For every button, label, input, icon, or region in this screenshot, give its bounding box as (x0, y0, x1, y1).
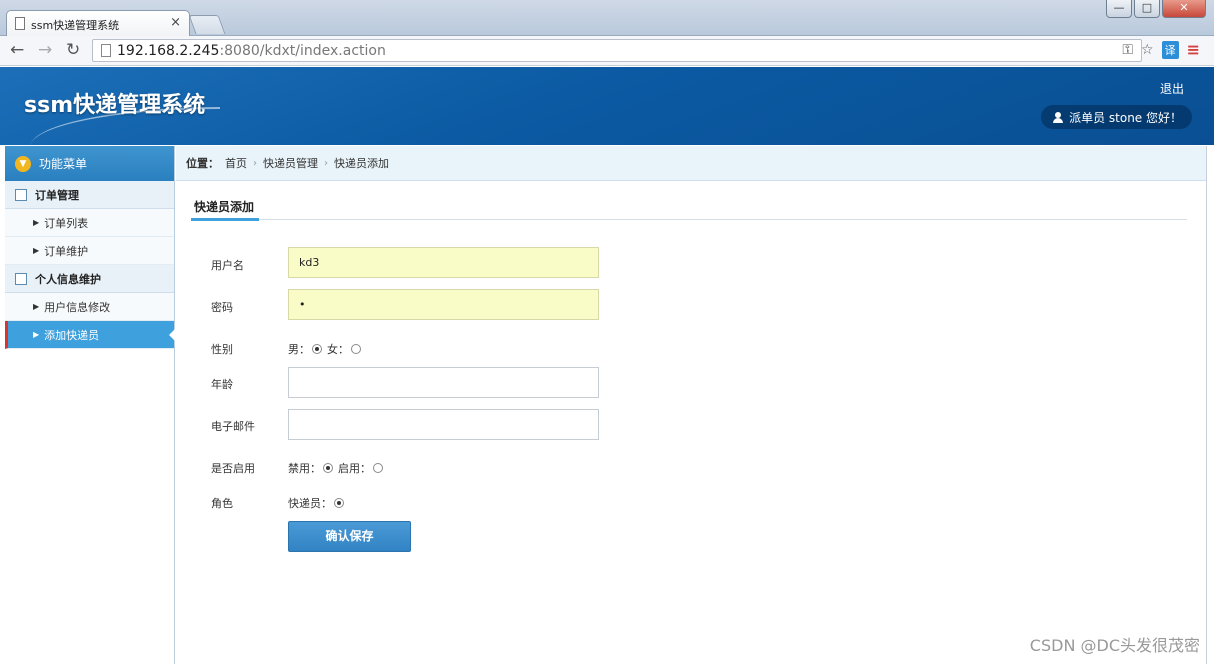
age-field[interactable] (288, 367, 599, 398)
app-logo: ssm快递管理系统 (24, 93, 206, 118)
sidebar-group-orders[interactable]: 订单管理 (5, 181, 174, 209)
breadcrumb-current: 快递员添加 (334, 157, 389, 170)
browser-tab[interactable]: ssm快递管理系统 × (6, 10, 190, 36)
sidebar-item-label: 用户信息修改 (44, 300, 111, 314)
username-field[interactable] (288, 247, 599, 278)
reload-icon[interactable]: ↻ (66, 40, 80, 60)
disabled-radio[interactable] (323, 463, 333, 473)
panel-tab-indicator (191, 218, 259, 221)
page-icon (15, 17, 25, 30)
list-icon (15, 188, 27, 201)
panel-title: 快递员添加 (194, 200, 255, 214)
url-text: 192.168.2.245:8080/kdxt/index.action (117, 43, 386, 59)
user-icon (1053, 112, 1064, 123)
breadcrumb-home[interactable]: 首页 (225, 155, 247, 171)
calendar-icon (15, 272, 27, 285)
gender-label: 性别 (211, 343, 233, 356)
close-window-button[interactable]: ✕ (1162, 0, 1206, 18)
chevron-right-icon: › (253, 157, 257, 169)
user-greeting: 派单员 stone 您好！ (1041, 105, 1192, 129)
password-field[interactable]: • (288, 289, 599, 320)
watermark: CSDN @DC头发很茂密 (1029, 636, 1200, 655)
email-field[interactable] (288, 409, 599, 440)
breadcrumb-label: 位置： (186, 157, 219, 170)
logout-link[interactable]: 退出 (1160, 80, 1184, 97)
back-icon[interactable]: ← (10, 40, 24, 60)
breadcrumb: 位置： 首页 › 快递员管理 › 快递员添加 (176, 146, 1214, 181)
user-greeting-text: 派单员 stone 您好！ (1069, 110, 1182, 125)
tab-close-icon[interactable]: × (170, 15, 181, 30)
maximize-button[interactable]: □ (1134, 0, 1160, 18)
role-courier-label: 快递员： (288, 497, 332, 510)
sidebar-group-label: 订单管理 (35, 188, 79, 202)
enabled-label: 是否启用 (211, 462, 255, 475)
extension-icons: ⚿ ☆ 译 ≡ (1122, 40, 1200, 59)
window-controls: — □ ✕ (1106, 0, 1206, 18)
app-header: ssm快递管理系统 退出 派单员 stone 您好！ (0, 67, 1214, 145)
gender-radio-group: 男： 女： (288, 341, 364, 357)
sidebar: ▼ 功能菜单 订单管理 ▶ 订单列表 ▶ 订单维护 个人信息维护 ▶ 用户信息修… (5, 146, 175, 664)
password-label: 密码 (211, 301, 233, 314)
sidebar-item-edit-user[interactable]: ▶ 用户信息修改 (5, 293, 174, 321)
tab-title: ssm快递管理系统 (31, 19, 120, 32)
caret-right-icon: ▶ (33, 246, 40, 255)
forward-icon[interactable]: → (38, 40, 52, 60)
sidebar-item-label: 订单维护 (44, 244, 89, 258)
chevron-down-icon: ▼ (15, 155, 31, 172)
sidebar-item-add-courier[interactable]: ▶ 添加快递员 (5, 321, 175, 349)
enabled-option-label: 启用： (338, 462, 371, 475)
breadcrumb-courier-mgmt[interactable]: 快递员管理 (263, 155, 318, 171)
enabled-radio[interactable] (373, 463, 383, 473)
new-tab-button[interactable] (188, 15, 226, 34)
sidebar-header[interactable]: ▼ 功能菜单 (5, 146, 174, 181)
key-icon[interactable]: ⚿ (1122, 42, 1133, 58)
enabled-radio-group: 禁用： 启用： (288, 460, 386, 476)
caret-right-icon: ▶ (33, 330, 40, 339)
save-button[interactable]: 确认保存 (288, 521, 411, 552)
gender-male-radio[interactable] (312, 344, 322, 354)
caret-right-icon: ▶ (33, 302, 40, 311)
caret-right-icon: ▶ (33, 218, 40, 227)
star-bookmark-icon[interactable]: ☆ (1141, 42, 1154, 58)
role-label: 角色 (211, 497, 233, 510)
username-label: 用户名 (211, 259, 244, 272)
browser-titlebar: ssm快递管理系统 × — □ ✕ (0, 0, 1214, 36)
sidebar-item-label: 添加快递员 (44, 328, 100, 342)
sidebar-item-order-maintain[interactable]: ▶ 订单维护 (5, 237, 174, 265)
sidebar-item-order-list[interactable]: ▶ 订单列表 (5, 209, 174, 237)
role-courier-radio[interactable] (334, 498, 344, 508)
sidebar-title: 功能菜单 (39, 157, 88, 171)
window-edge (1206, 146, 1214, 664)
gender-female-radio[interactable] (351, 344, 361, 354)
translate-icon[interactable]: 译 (1161, 40, 1179, 59)
gender-female-label: 女： (327, 343, 349, 356)
minimize-button[interactable]: — (1106, 0, 1132, 18)
sidebar-group-label: 个人信息维护 (35, 272, 101, 286)
address-bar: ← → ↻ 192.168.2.245:8080/kdxt/index.acti… (0, 36, 1214, 66)
panel-divider (191, 219, 1187, 220)
disabled-option-label: 禁用： (288, 462, 321, 475)
email-label: 电子邮件 (211, 420, 255, 433)
role-radio-group: 快递员： (288, 495, 347, 511)
browser-menu-icon[interactable]: ≡ (1187, 40, 1200, 59)
sidebar-item-label: 订单列表 (44, 216, 89, 230)
age-label: 年龄 (211, 378, 233, 391)
page-info-icon[interactable] (101, 44, 111, 57)
chevron-right-icon: › (324, 157, 328, 169)
gender-male-label: 男： (288, 343, 310, 356)
sidebar-group-personal[interactable]: 个人信息维护 (5, 265, 174, 293)
url-input[interactable]: 192.168.2.245:8080/kdxt/index.action (92, 39, 1142, 62)
